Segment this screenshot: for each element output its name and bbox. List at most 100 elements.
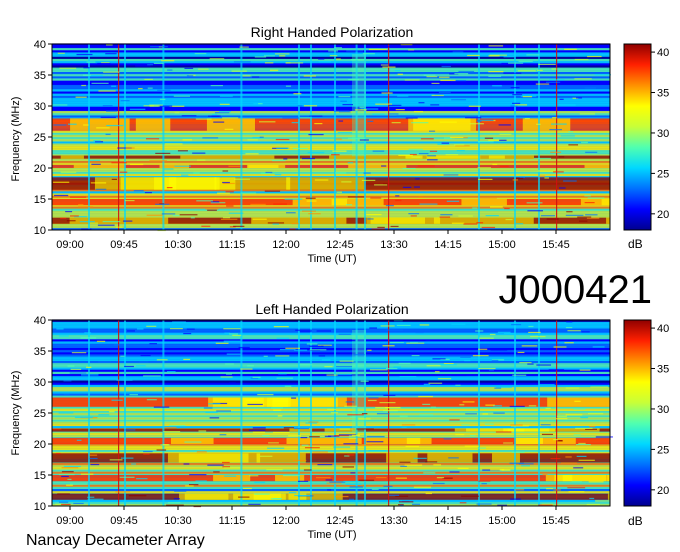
- noise-speck: [58, 412, 74, 414]
- red-marker-line: [118, 320, 120, 506]
- noise-speck: [205, 208, 219, 210]
- noise-speck: [124, 199, 135, 202]
- noise-speck: [79, 221, 95, 223]
- noise-speck: [102, 105, 113, 107]
- noise-speck: [161, 60, 175, 62]
- noise-speck: [477, 178, 493, 181]
- noise-speck: [360, 380, 369, 382]
- noise-speck: [240, 368, 253, 370]
- noise-speck: [443, 438, 452, 440]
- noise-speck: [448, 457, 459, 459]
- noise-speck: [295, 329, 312, 331]
- noise-speck: [431, 94, 444, 97]
- noise-speck: [111, 178, 118, 180]
- noise-speck: [345, 483, 362, 486]
- noise-speck: [494, 387, 502, 389]
- noise-speck: [464, 359, 471, 362]
- noise-speck: [179, 214, 198, 216]
- noise-speck: [385, 329, 404, 331]
- noise-speck: [196, 200, 213, 202]
- noise-speck: [194, 52, 207, 55]
- noise-speck: [89, 457, 98, 460]
- noise-speck: [536, 364, 552, 366]
- noise-speck: [143, 453, 150, 455]
- noise-speck: [174, 490, 187, 492]
- noise-speck: [396, 324, 411, 327]
- interference-line: [162, 320, 165, 506]
- noise-speck: [411, 122, 429, 124]
- interference-line: [240, 44, 243, 230]
- noise-speck: [270, 498, 282, 500]
- interference-line: [124, 320, 126, 506]
- noise-speck: [446, 200, 460, 202]
- noise-speck: [476, 503, 492, 505]
- noise-speck: [63, 393, 70, 395]
- noise-speck: [347, 137, 366, 139]
- noise-speck: [342, 104, 354, 106]
- noise-speck: [443, 174, 459, 176]
- noise-speck: [394, 70, 401, 72]
- noise-speck: [553, 438, 558, 441]
- noise-speck: [161, 213, 176, 215]
- noise-speck: [209, 417, 220, 419]
- noise-speck: [57, 52, 65, 54]
- noise-speck: [509, 405, 525, 408]
- noise-speck: [273, 409, 282, 411]
- noise-speck: [292, 459, 307, 461]
- noise-speck: [579, 220, 588, 222]
- noise-speck: [318, 355, 326, 357]
- noise-speck: [130, 163, 144, 166]
- noise-speck: [504, 207, 510, 210]
- noise-speck: [327, 489, 332, 491]
- noise-speck: [219, 103, 230, 105]
- noise-speck: [428, 382, 443, 384]
- noise-speck: [264, 190, 281, 192]
- noise-speck: [122, 220, 133, 222]
- noise-speck: [475, 330, 484, 332]
- noise-speck: [232, 334, 242, 336]
- right-y-axis-label: Frequency (MHz): [10, 97, 22, 182]
- noise-speck: [155, 203, 170, 205]
- noise-speck: [285, 347, 301, 349]
- noise-speck: [182, 139, 193, 141]
- noise-speck: [419, 203, 438, 205]
- noise-speck: [422, 403, 431, 405]
- noise-speck: [581, 331, 590, 333]
- noise-speck: [197, 159, 206, 161]
- noise-speck: [75, 96, 87, 98]
- noise-speck: [565, 456, 572, 458]
- noise-speck: [395, 108, 405, 111]
- noise-speck: [395, 195, 400, 197]
- noise-speck: [214, 112, 230, 114]
- noise-speck: [106, 124, 124, 127]
- x-tick-label: 13:30: [380, 515, 408, 527]
- noise-speck: [540, 424, 551, 426]
- x-tick-label: 12:00: [272, 515, 300, 527]
- x-tick-label: 14:15: [434, 239, 462, 251]
- noise-speck: [163, 430, 181, 433]
- noise-speck: [595, 500, 610, 502]
- noise-speck: [307, 151, 325, 154]
- band-segment: [488, 155, 535, 159]
- noise-speck: [559, 187, 566, 189]
- noise-speck: [592, 346, 605, 348]
- noise-speck: [499, 133, 512, 135]
- noise-speck: [366, 213, 382, 216]
- noise-speck: [167, 371, 176, 373]
- noise-speck: [89, 159, 101, 161]
- left-colorbar: 20 25 30 35 40 dB: [623, 319, 669, 528]
- noise-speck: [427, 155, 437, 157]
- noise-speck: [341, 181, 352, 183]
- noise-speck: [391, 122, 401, 124]
- noise-speck: [80, 473, 94, 475]
- noise-speck: [73, 502, 84, 505]
- noise-speck: [335, 495, 349, 498]
- noise-speck: [80, 337, 97, 339]
- x-tick-label: 09:00: [56, 515, 84, 527]
- noise-speck: [594, 74, 611, 76]
- y-tick-label: 10: [34, 501, 46, 513]
- noise-speck: [274, 53, 290, 55]
- noise-speck: [229, 382, 236, 384]
- noise-speck: [300, 436, 308, 439]
- noise-speck: [415, 178, 420, 180]
